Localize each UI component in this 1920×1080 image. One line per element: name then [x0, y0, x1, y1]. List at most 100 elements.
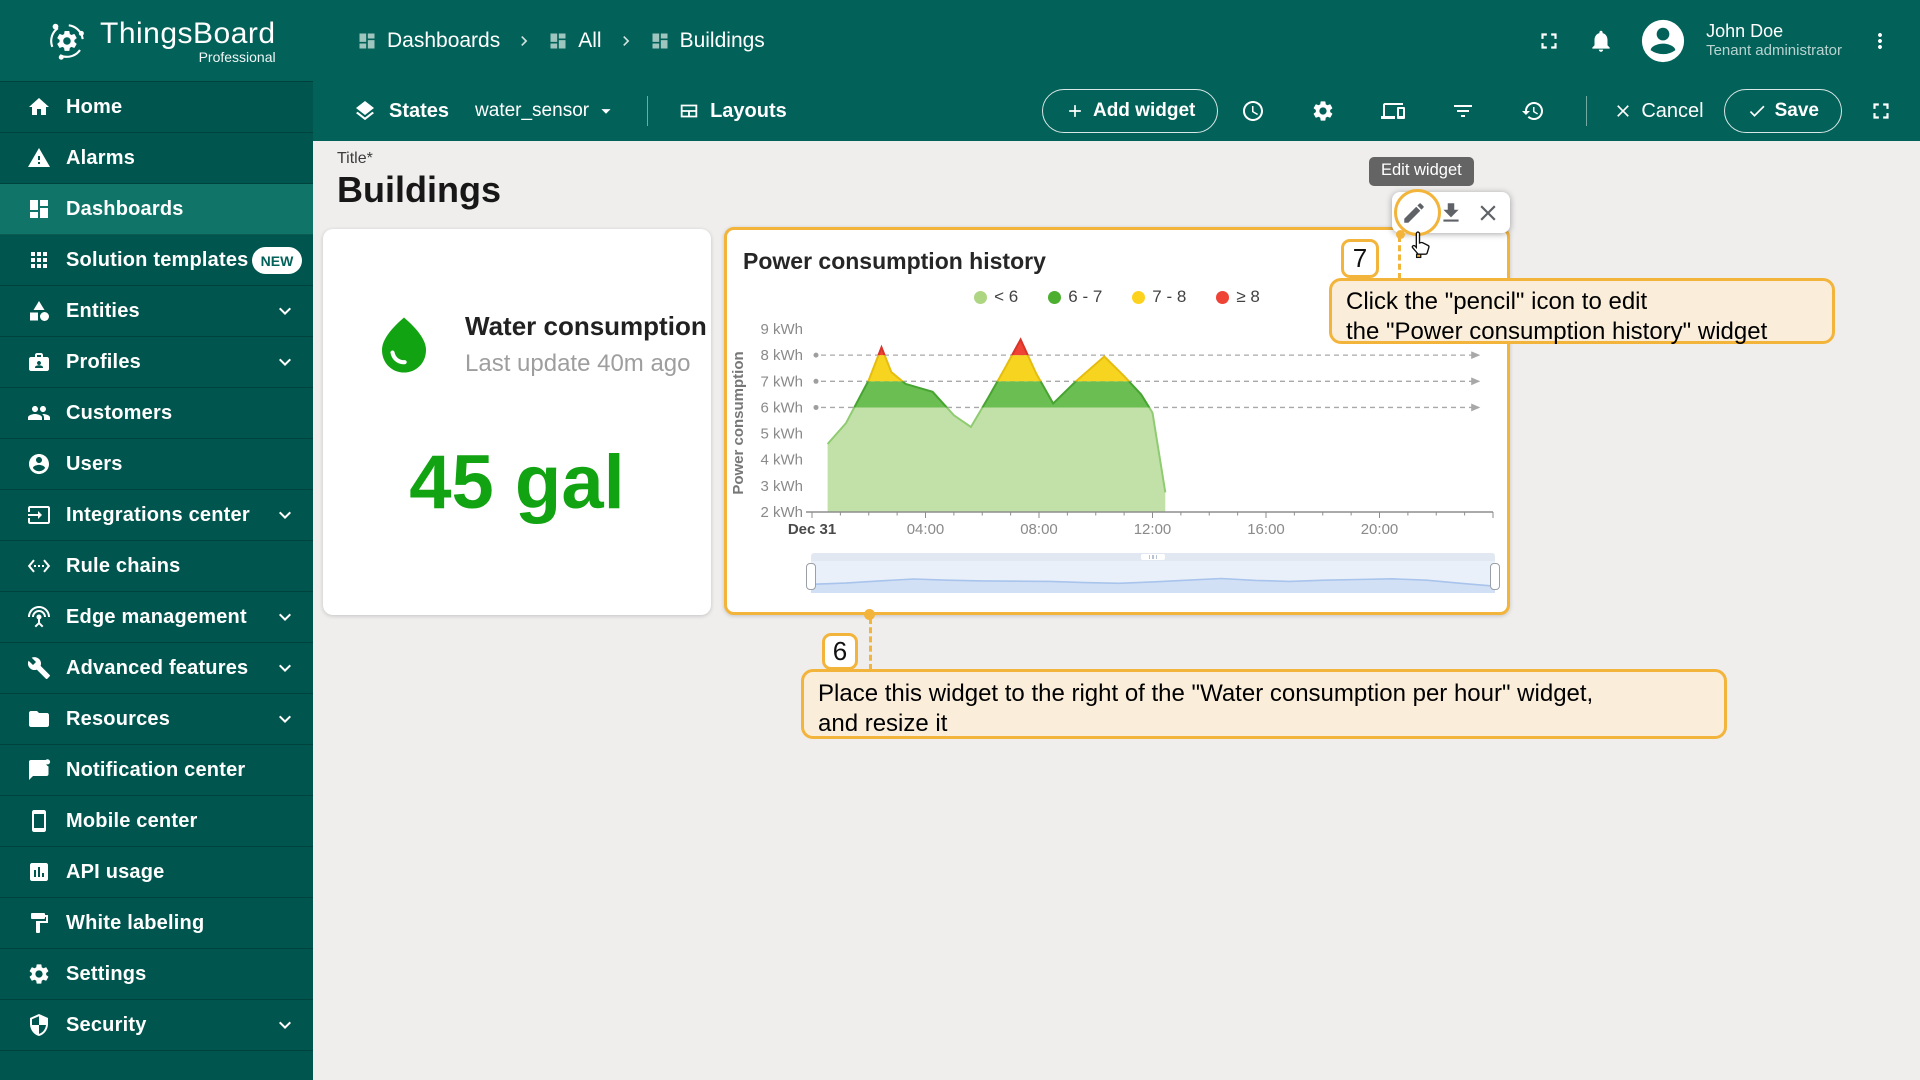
sidebar-item-label: Security	[66, 1014, 147, 1037]
sidebar-item-advanced-features[interactable]: Advanced features	[0, 643, 313, 694]
navigator-right-handle[interactable]	[1490, 563, 1500, 590]
sidebar-item-dashboards[interactable]: Dashboards	[0, 184, 313, 235]
more-menu-icon[interactable]	[1868, 29, 1892, 53]
chevron-down-icon[interactable]	[273, 605, 297, 629]
states-control[interactable]: States water_sensor Layouts	[353, 96, 787, 126]
sidebar-item-integrations-center[interactable]: Integrations center	[0, 490, 313, 541]
integrations-center-icon	[27, 503, 51, 527]
breadcrumb: Dashboards All Buildings	[357, 29, 765, 53]
dashboard-settings-button[interactable]	[1311, 99, 1335, 123]
sidebar-item-settings[interactable]: Settings	[0, 949, 313, 1000]
sidebar-item-customers[interactable]: Customers	[0, 388, 313, 439]
cancel-button[interactable]: Cancel	[1613, 100, 1703, 123]
legend-item[interactable]: 6 - 7	[1048, 287, 1102, 307]
settings-icon	[27, 962, 51, 986]
close-icon	[1613, 101, 1633, 121]
chevron-down-icon[interactable]	[273, 1013, 297, 1037]
remove-widget-button[interactable]	[1475, 200, 1501, 226]
sidebar-item-label: Integrations center	[66, 504, 250, 527]
connector-line-6	[869, 618, 872, 670]
home-icon	[27, 95, 51, 119]
water-consumption-widget[interactable]: Water consumption Last update 40m ago 45…	[323, 229, 711, 615]
sidebar-item-label: Notification center	[66, 759, 245, 782]
legend-item[interactable]: < 6	[974, 287, 1018, 307]
sidebar-item-entities[interactable]: Entities	[0, 286, 313, 337]
power-widget-title: Power consumption history	[743, 248, 1046, 275]
dashboards-icon	[650, 31, 670, 51]
breadcrumb-item-buildings[interactable]: Buildings	[650, 29, 765, 53]
add-widget-button[interactable]: Add widget	[1042, 89, 1218, 133]
legend-dot	[1216, 291, 1229, 304]
hand-cursor-icon	[1406, 229, 1436, 261]
devices-icon	[1381, 99, 1405, 123]
filter-button[interactable]	[1451, 99, 1475, 123]
chart-navigator[interactable]	[811, 553, 1495, 595]
sidebar-item-rule-chains[interactable]: Rule chains	[0, 541, 313, 592]
notifications-bell-icon[interactable]	[1588, 28, 1614, 54]
fullscreen-toolbar-icon[interactable]	[1868, 98, 1894, 124]
sidebar-item-label: Entities	[66, 300, 140, 323]
settings-icon	[27, 962, 51, 986]
breadcrumb-item-all[interactable]: All	[548, 29, 601, 53]
sidebar-item-users[interactable]: Users	[0, 439, 313, 490]
sidebar-item-label: Alarms	[66, 147, 135, 170]
state-select[interactable]: water_sensor	[475, 100, 617, 122]
connector-line-7	[1398, 236, 1401, 279]
sidebar-item-solution-templates[interactable]: Solution templatesNEW	[0, 235, 313, 286]
thingsboard-logo-icon	[44, 18, 90, 64]
manage-layouts-button[interactable]	[1381, 99, 1405, 123]
sidebar-item-mobile-center[interactable]: Mobile center	[0, 796, 313, 847]
version-history-button[interactable]	[1521, 99, 1545, 123]
legend-item[interactable]: 7 - 8	[1132, 287, 1186, 307]
thingsboard-logo[interactable]: ThingsBoard Professional	[0, 17, 313, 65]
toolbar-icon-group	[1218, 99, 1568, 123]
users-icon	[27, 452, 51, 476]
sidebar-nav: Home Alarms DashboardsSolution templatesNE…	[0, 81, 313, 1080]
navigator-scrollbar[interactable]	[811, 553, 1495, 561]
toolbar-actions: Add widget Cancel Save	[1042, 89, 1920, 133]
navigator-left-handle[interactable]	[806, 563, 816, 590]
sidebar-item-security[interactable]: Security	[0, 1000, 313, 1051]
water-drop-icon	[371, 312, 437, 378]
fullscreen-icon[interactable]	[1536, 28, 1562, 54]
legend-item[interactable]: ≥ 8	[1216, 287, 1260, 307]
time-window-button[interactable]	[1241, 99, 1265, 123]
user-name: John Doe	[1706, 20, 1842, 43]
chevron-down-icon[interactable]	[273, 299, 297, 323]
download-icon	[1438, 200, 1464, 226]
user-info[interactable]: John Doe Tenant administrator	[1706, 20, 1842, 61]
navigator-preview[interactable]	[811, 561, 1495, 593]
sidebar-item-home[interactable]: Home	[0, 82, 313, 133]
history-icon	[1521, 99, 1545, 123]
alarms-icon	[27, 146, 51, 170]
sidebar-item-notification-center[interactable]: Notification center	[0, 745, 313, 796]
svg-text:08:00: 08:00	[1020, 521, 1058, 538]
sidebar-item-edge-management[interactable]: Edge management	[0, 592, 313, 643]
chevron-down-icon[interactable]	[273, 350, 297, 374]
sidebar-item-white-labeling[interactable]: White labeling	[0, 898, 313, 949]
new-badge: NEW	[252, 247, 302, 274]
sidebar-item-resources[interactable]: Resources	[0, 694, 313, 745]
dashboards-icon	[357, 31, 377, 51]
breadcrumb-item-dashboards[interactable]: Dashboards	[357, 29, 500, 53]
sidebar-item-alarms[interactable]: Alarms	[0, 133, 313, 184]
save-button[interactable]: Save	[1724, 89, 1842, 133]
navigator-grip-icon[interactable]	[1141, 554, 1165, 560]
plus-icon	[1065, 101, 1085, 121]
chevron-down-icon[interactable]	[273, 656, 297, 680]
legend-dot	[974, 291, 987, 304]
chevron-down-icon[interactable]	[273, 503, 297, 527]
chevron-down-icon[interactable]	[273, 707, 297, 731]
customers-icon	[27, 401, 51, 425]
sidebar-item-api-usage[interactable]: API usage	[0, 847, 313, 898]
water-widget-header: Water consumption Last update 40m ago	[371, 311, 707, 378]
avatar[interactable]	[1640, 18, 1686, 64]
dashboard-toolbar: States water_sensor Layouts Add widget C…	[313, 81, 1920, 141]
sidebar-item-profiles[interactable]: Profiles	[0, 337, 313, 388]
svg-text:8 kWh: 8 kWh	[760, 347, 803, 364]
layouts-button[interactable]: Layouts	[678, 100, 787, 123]
download-widget-button[interactable]	[1438, 200, 1464, 226]
sidebar-item-label: Advanced features	[66, 657, 248, 680]
chevron-down-icon	[273, 299, 297, 323]
chevron-right-icon	[514, 31, 534, 51]
